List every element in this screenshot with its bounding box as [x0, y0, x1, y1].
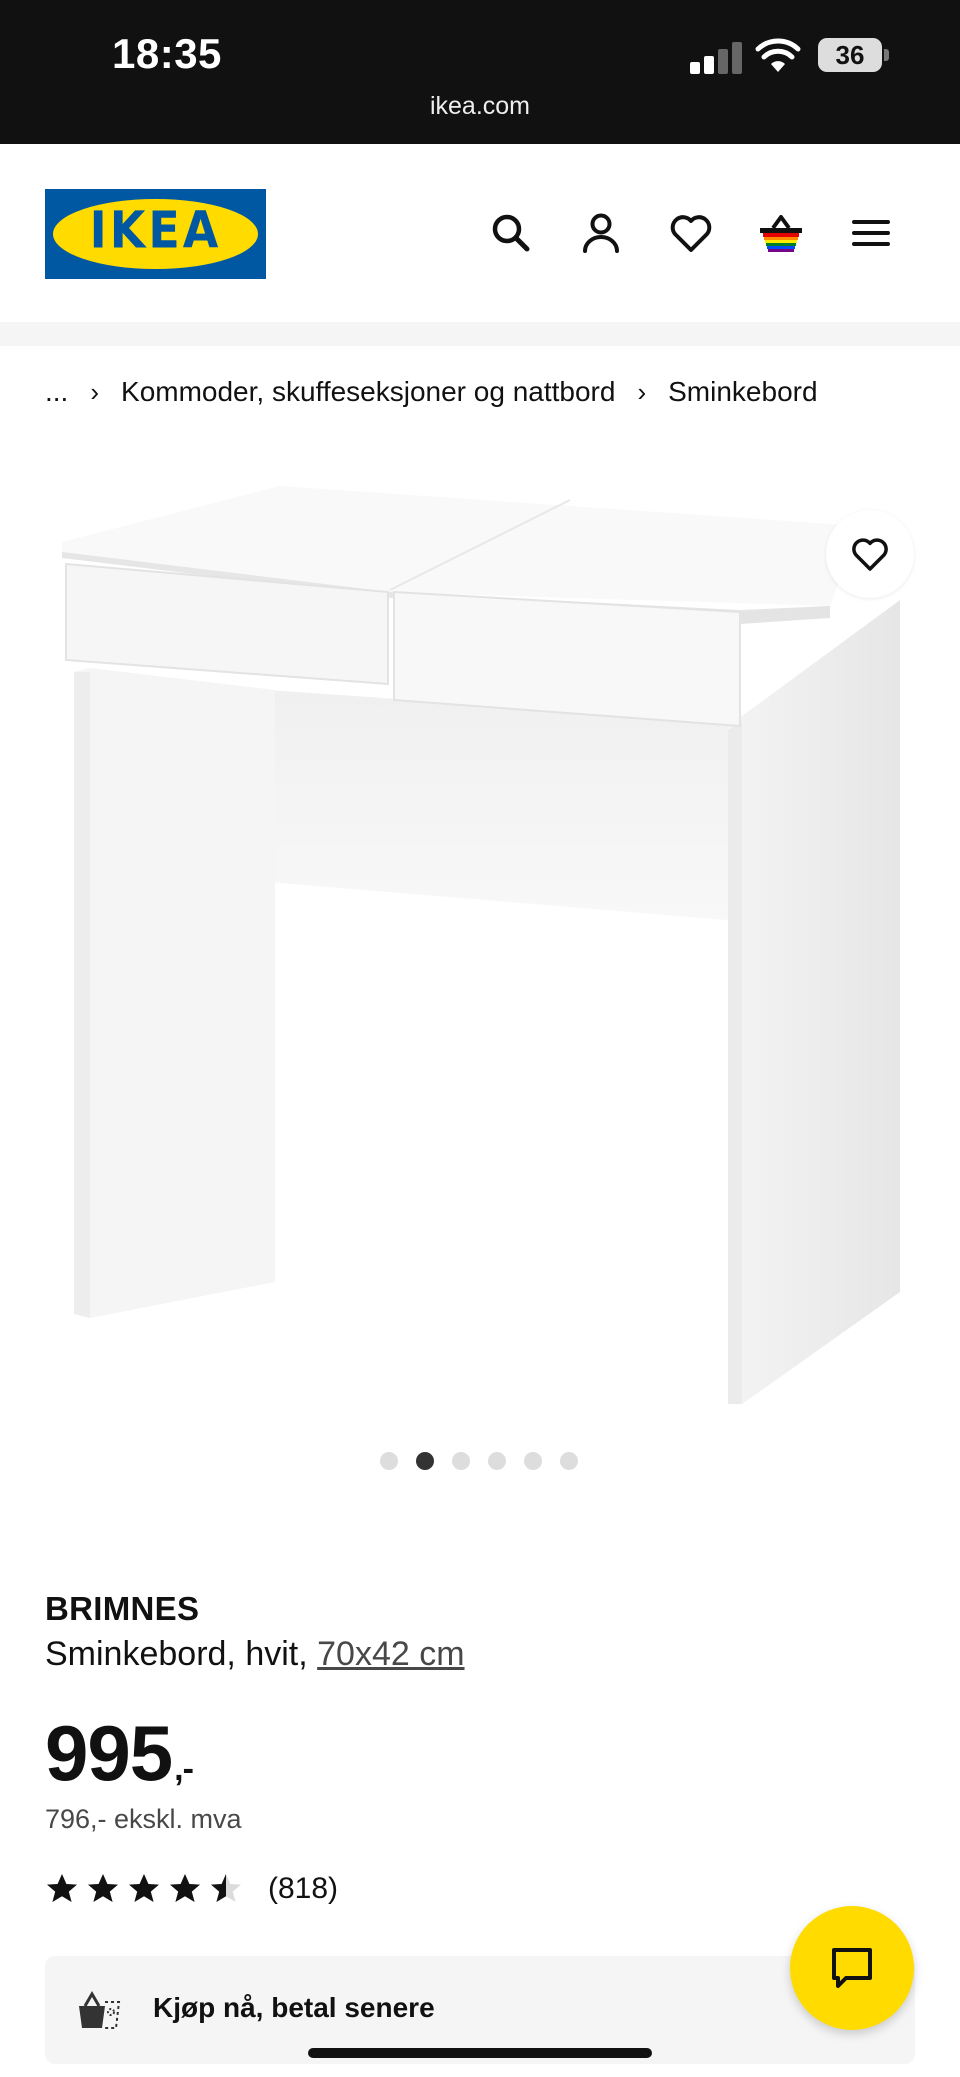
breadcrumb-item-category[interactable]: Kommoder, skuffeseksjoner og nattbord	[121, 376, 615, 408]
site-header: IKEA	[0, 144, 960, 322]
star-full-icon	[88, 1874, 118, 1902]
carousel-dot[interactable]	[524, 1452, 542, 1470]
product-type: Sminkebord, hvit,	[45, 1635, 308, 1673]
product-price: 995,-	[45, 1708, 194, 1799]
carousel-dot[interactable]	[416, 1452, 434, 1470]
product-name: BRIMNES	[45, 1590, 200, 1627]
price-excl-vat: 796,- ekskl. mva	[45, 1804, 242, 1834]
rating-count: (818)	[268, 1872, 339, 1905]
home-indicator	[308, 2048, 652, 2058]
carousel-dot[interactable]	[488, 1452, 506, 1470]
search-icon[interactable]	[486, 208, 536, 258]
menu-icon[interactable]	[846, 208, 896, 258]
status-bar: 18:35 36 ikea.com	[0, 0, 960, 144]
status-time: 18:35	[112, 30, 222, 77]
cart-icon[interactable]	[756, 208, 806, 258]
add-to-favorites-button[interactable]	[826, 510, 914, 598]
carousel-dot[interactable]	[560, 1452, 578, 1470]
carousel-dot[interactable]	[380, 1452, 398, 1470]
heart-icon	[852, 538, 888, 571]
product-rating[interactable]: (818)	[45, 1872, 338, 1906]
rating-stars	[45, 1872, 250, 1906]
url-bar[interactable]: ikea.com	[0, 92, 960, 121]
battery-indicator: 36	[818, 38, 882, 72]
price-value: 995	[45, 1709, 173, 1797]
image-carousel-dots	[380, 1452, 578, 1470]
pay-later-label: Kjøp nå, betal senere	[153, 1992, 435, 2023]
product-image[interactable]	[0, 440, 960, 1430]
heart-icon[interactable]	[666, 208, 716, 258]
ikea-logo[interactable]: IKEA	[45, 189, 266, 279]
logo-text: IKEA	[89, 200, 222, 260]
breadcrumb: ... › Kommoder, skuffeseksjoner og nattb…	[45, 374, 818, 410]
battery-cap	[884, 49, 889, 61]
chevron-right-icon: ›	[637, 376, 647, 407]
star-half-icon	[211, 1874, 241, 1902]
chat-button[interactable]	[790, 1906, 914, 2030]
signal-icon	[690, 40, 744, 74]
user-icon[interactable]	[576, 208, 626, 258]
carousel-dot[interactable]	[452, 1452, 470, 1470]
star-full-icon	[170, 1874, 200, 1902]
chevron-right-icon: ›	[90, 376, 100, 407]
wifi-icon	[755, 38, 801, 72]
pay-later-icon	[79, 1991, 121, 2029]
price-suffix: ,-	[174, 1750, 194, 1788]
breadcrumb-ellipsis[interactable]: ...	[45, 376, 68, 408]
header-divider	[0, 322, 960, 346]
product-size-link[interactable]: 70x42 cm	[317, 1635, 464, 1673]
breadcrumb-item-current[interactable]: Sminkebord	[668, 376, 817, 408]
star-full-icon	[47, 1874, 77, 1902]
chat-icon	[832, 1948, 872, 1988]
product-description: Sminkebord, hvit, 70x42 cm	[45, 1635, 465, 1674]
star-full-icon	[129, 1874, 159, 1902]
